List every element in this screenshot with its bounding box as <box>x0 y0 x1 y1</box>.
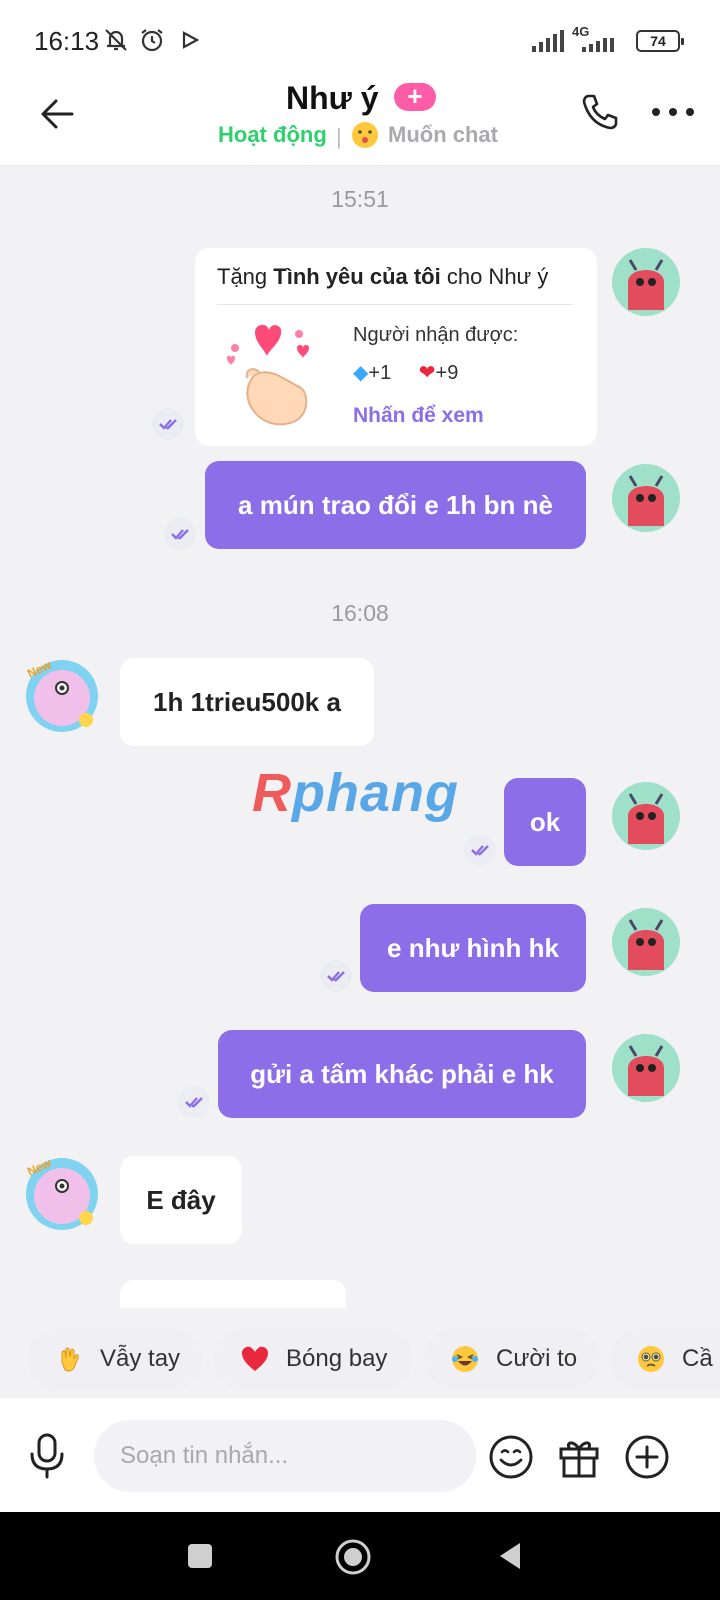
finger-heart-icon <box>227 324 309 426</box>
laughing-face-icon <box>452 1346 478 1372</box>
status-bar: 16:13 4G 74 <box>0 0 720 76</box>
message-input[interactable] <box>120 1440 450 1472</box>
message-input-wrapper[interactable] <box>94 1420 476 1492</box>
battery-icon: 74 <box>636 30 684 52</box>
outgoing-message[interactable]: ok <box>504 778 586 866</box>
waving-hand-icon <box>61 1347 79 1372</box>
seen-check-icon <box>178 1086 210 1118</box>
system-navigation-bar <box>0 1512 720 1600</box>
quick-reply-wave[interactable]: Vẫy tay <box>28 1328 202 1390</box>
seen-check-icon <box>164 518 196 550</box>
incoming-message[interactable]: E đây <box>120 1156 242 1244</box>
quick-reply-bar: Vẫy tay Bóng bay Cười to Cầ <box>0 1308 720 1398</box>
timestamp-separator: 16:08 <box>331 600 389 626</box>
network-type: 4G <box>572 24 590 39</box>
status-time: 16:13 <box>34 26 100 56</box>
more-options-icon[interactable] <box>650 100 696 124</box>
contact-avatar[interactable]: New <box>24 658 100 734</box>
emoji-icon[interactable] <box>488 1434 534 1480</box>
incoming-message[interactable]: 1h 1trieu500k a <box>120 658 374 746</box>
message-composer <box>0 1398 720 1512</box>
outgoing-message[interactable]: e như hình hk <box>360 904 586 992</box>
heart-icon <box>242 1346 268 1371</box>
timestamp-separator: 15:51 <box>331 186 389 212</box>
recent-apps-icon[interactable] <box>182 1538 218 1574</box>
phone-call-icon[interactable] <box>578 90 622 134</box>
contact-avatar[interactable]: New <box>24 1156 100 1232</box>
home-icon[interactable] <box>334 1538 372 1576</box>
pleading-face-icon <box>638 1346 664 1372</box>
gift-rewards: ◆+1 ❤+9 <box>353 362 459 384</box>
online-status: Hoạt động <box>218 122 327 147</box>
seen-check-icon <box>320 960 352 992</box>
heart-icon: ❤ <box>418 362 436 384</box>
gift-receiver-label: Người nhận được: <box>353 324 519 346</box>
want-chat-status: Muốn chat <box>388 122 498 147</box>
chat-messages[interactable]: 15:51 Tặng Tình yêu của tôi cho Như ý Ng… <box>0 166 720 1308</box>
play-store-icon <box>182 31 200 49</box>
seen-check-icon <box>464 834 496 866</box>
status-separator: | <box>336 124 342 149</box>
back-button[interactable] <box>36 92 80 136</box>
flirty-face-icon <box>352 122 378 148</box>
my-avatar[interactable] <box>610 462 682 534</box>
quick-reply-pleading[interactable]: Cầ <box>610 1328 720 1390</box>
back-nav-icon[interactable] <box>492 1538 528 1574</box>
view-gift-link[interactable]: Nhấn để xem <box>353 404 484 428</box>
gift-icon[interactable] <box>556 1434 602 1480</box>
watermark-logo: Rphang <box>252 763 459 823</box>
my-avatar[interactable] <box>610 906 682 978</box>
gift-title: Tặng Tình yêu của tôi cho Như ý <box>217 264 549 289</box>
my-avatar[interactable] <box>610 1032 682 1104</box>
diamond-icon: ◆ <box>353 362 369 384</box>
my-avatar[interactable] <box>610 780 682 852</box>
incoming-message-partial[interactable] <box>120 1280 346 1308</box>
quick-reply-balloon[interactable]: Bóng bay <box>214 1328 412 1390</box>
seen-check-icon <box>152 408 184 440</box>
signal-icon <box>532 30 564 52</box>
divider <box>217 304 573 305</box>
outgoing-message[interactable]: gửi a tấm khác phải e hk <box>218 1030 586 1118</box>
contact-name[interactable]: Như ý <box>286 80 379 117</box>
signal-2-icon <box>582 38 614 52</box>
gift-message-card[interactable]: Tặng Tình yêu của tôi cho Như ý Người nh… <box>195 248 597 446</box>
quick-reply-laugh[interactable]: Cười to <box>424 1328 600 1390</box>
silent-bell-icon <box>105 29 127 51</box>
alarm-icon <box>141 29 163 52</box>
microphone-icon[interactable] <box>26 1432 68 1480</box>
plus-circle-icon[interactable] <box>624 1434 670 1480</box>
chat-header: Như ý + Hoạt động | Muốn chat <box>0 76 720 166</box>
my-avatar[interactable] <box>610 246 682 318</box>
outgoing-message[interactable]: a mún trao đổi e 1h bn nè <box>205 461 586 549</box>
add-friend-badge[interactable]: + <box>394 83 436 111</box>
